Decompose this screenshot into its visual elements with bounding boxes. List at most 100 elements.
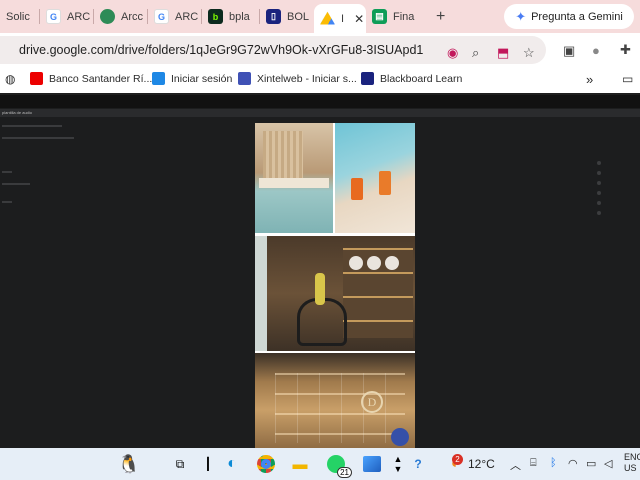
ghost-dot bbox=[597, 181, 601, 185]
ghost-line bbox=[2, 125, 62, 127]
new-tab-button[interactable]: + bbox=[436, 8, 445, 26]
ghost-dot bbox=[597, 211, 601, 215]
gemini-label: Pregunta a Gemini bbox=[531, 10, 623, 23]
tab-0[interactable]: Solic bbox=[0, 0, 40, 33]
tab-4[interactable]: b bpla bbox=[202, 0, 260, 33]
bookmark-label: Banco Santander Rí... bbox=[49, 72, 153, 85]
close-icon[interactable]: ✕ bbox=[354, 12, 364, 26]
gym-ball bbox=[385, 256, 399, 270]
gym-ball bbox=[349, 256, 363, 270]
tab-strip: Solic G ARC Arcc G ARC b bpla ▯ BOL I ✕ … bbox=[0, 0, 640, 33]
chrome-icon[interactable] bbox=[254, 452, 278, 476]
ghost-line bbox=[2, 183, 30, 185]
person-figure bbox=[315, 273, 325, 305]
beach-photo bbox=[335, 123, 415, 233]
puffin-widget-icon[interactable]: 🐧 bbox=[112, 452, 146, 476]
tab-6-active[interactable]: I ✕ bbox=[314, 4, 366, 33]
lounge-shelves bbox=[275, 373, 405, 443]
santander-icon bbox=[30, 72, 43, 85]
tab-2-label: Arcc bbox=[121, 10, 143, 23]
image-preview[interactable]: D bbox=[255, 123, 415, 448]
bookmark-label: Xintelweb - Iniciar s... bbox=[257, 72, 357, 85]
folder-icon[interactable]: ▭ bbox=[622, 72, 633, 86]
profile-icon[interactable]: ● bbox=[592, 43, 600, 58]
bluetooth-icon[interactable]: ᛒ bbox=[550, 457, 557, 469]
google-icon: G bbox=[46, 9, 61, 24]
viewer-header bbox=[0, 95, 640, 108]
lang-bottom: US bbox=[624, 463, 637, 473]
extension-icon[interactable]: ▣ bbox=[563, 43, 575, 59]
notification-badge: 21 bbox=[337, 467, 352, 478]
globe-icon bbox=[100, 9, 115, 24]
gym-window bbox=[255, 236, 267, 351]
file-explorer-icon[interactable]: ▬ bbox=[288, 452, 312, 476]
more-bookmarks-icon[interactable]: » bbox=[586, 72, 593, 87]
b-icon: b bbox=[208, 9, 223, 24]
sparkle-icon: ✦ bbox=[515, 8, 527, 24]
tab-2[interactable]: Arcc bbox=[94, 0, 148, 33]
bookmark-santander[interactable]: Banco Santander Rí... bbox=[30, 72, 152, 85]
bookmark-xintelweb[interactable]: Xintelweb - Iniciar s... bbox=[238, 72, 357, 85]
gym-ball bbox=[367, 256, 381, 270]
task-view-icon[interactable]: ⧉ bbox=[168, 452, 192, 476]
tab-5[interactable]: ▯ BOL bbox=[260, 0, 314, 33]
ghost-dot bbox=[597, 171, 601, 175]
wifi-icon[interactable]: ◠ bbox=[568, 457, 578, 470]
google-lens-icon[interactable]: ◉ bbox=[447, 45, 458, 61]
puzzle-icon[interactable]: ✚ bbox=[620, 42, 631, 58]
ghost-line bbox=[2, 201, 12, 203]
ghost-line bbox=[2, 171, 12, 173]
tab-1-label: ARC bbox=[67, 10, 91, 23]
edge-icon[interactable]: ◐ bbox=[220, 452, 244, 476]
tab-4-label: bpla bbox=[229, 10, 250, 23]
sheets-icon: ▤ bbox=[372, 9, 387, 24]
ghost-dot bbox=[597, 201, 601, 205]
xintelweb-icon bbox=[238, 72, 251, 85]
bol-icon: ▯ bbox=[266, 9, 281, 24]
drive-icon bbox=[320, 11, 335, 25]
file-viewer: plantilla de audio D bbox=[0, 95, 640, 448]
viewer-title: plantilla de audio bbox=[0, 109, 640, 117]
weather-badge: 2 bbox=[452, 454, 463, 465]
bookmarks-bar: ◍ Banco Santander Rí... Iniciar sesión X… bbox=[0, 67, 640, 93]
tab-7-label: Fina bbox=[393, 10, 415, 23]
divider-icon: ┃ bbox=[204, 457, 212, 471]
zoom-icon[interactable]: ⌕ bbox=[472, 45, 479, 61]
bookmark-star-icon[interactable]: ☆ bbox=[523, 45, 535, 61]
blackboard-icon bbox=[361, 72, 374, 85]
ghost-line bbox=[2, 137, 74, 139]
bookmark-label: Iniciar sesión bbox=[171, 72, 233, 85]
google-icon: G bbox=[154, 9, 169, 24]
whatsapp-icon[interactable]: 21 bbox=[324, 452, 352, 478]
volume-icon[interactable]: ◁ bbox=[604, 457, 612, 470]
tab-3[interactable]: G ARC bbox=[148, 0, 202, 33]
battery-icon[interactable]: ▭ bbox=[586, 457, 596, 470]
elliptical-machine bbox=[297, 298, 347, 346]
tab-1[interactable]: G ARC bbox=[40, 0, 94, 33]
bookmark-label: Blackboard Learn bbox=[380, 72, 463, 85]
tab-6-label: I bbox=[341, 12, 345, 25]
ghost-dot bbox=[597, 161, 601, 165]
bookmark-blackboard[interactable]: Blackboard Learn bbox=[361, 72, 462, 85]
tab-5-label: BOL bbox=[287, 10, 310, 23]
pool-loungers bbox=[259, 178, 329, 188]
tab-0-label: Solic bbox=[6, 10, 30, 23]
address-bar[interactable]: drive.google.com/drive/folders/1qJeGr9G7… bbox=[0, 36, 546, 64]
help-icon[interactable]: ? bbox=[406, 452, 430, 476]
drink-glass bbox=[351, 178, 363, 200]
lounge-logo: D bbox=[361, 391, 383, 413]
ghost-dot bbox=[597, 191, 601, 195]
taskbar: 🐧 ⧉ ┃ ◐ ▬ 21 ▲▼ ? ◖ 2 12°C ︿ ⌸ ᛒ ◠ ▭ ◁ E… bbox=[0, 448, 640, 480]
photos-icon[interactable] bbox=[360, 452, 384, 476]
chevron-up-icon[interactable]: ︿ bbox=[510, 457, 521, 473]
tab-7[interactable]: ▤ Fina bbox=[366, 0, 422, 33]
usb-icon[interactable]: ⌸ bbox=[530, 457, 537, 470]
language-indicator[interactable]: ENG US bbox=[624, 452, 640, 474]
bookmark-iniciar-sesion[interactable]: Iniciar sesión bbox=[152, 72, 232, 85]
apps-icon[interactable]: ◍ bbox=[5, 72, 15, 86]
temperature[interactable]: 12°C bbox=[468, 457, 495, 471]
lang-top: ENG bbox=[624, 452, 640, 462]
gemini-button[interactable]: ✦ Pregunta a Gemini bbox=[504, 4, 634, 29]
install-app-icon[interactable]: ⬒ bbox=[497, 45, 509, 61]
url-text: drive.google.com/drive/folders/1qJeGr9G7… bbox=[19, 43, 424, 57]
